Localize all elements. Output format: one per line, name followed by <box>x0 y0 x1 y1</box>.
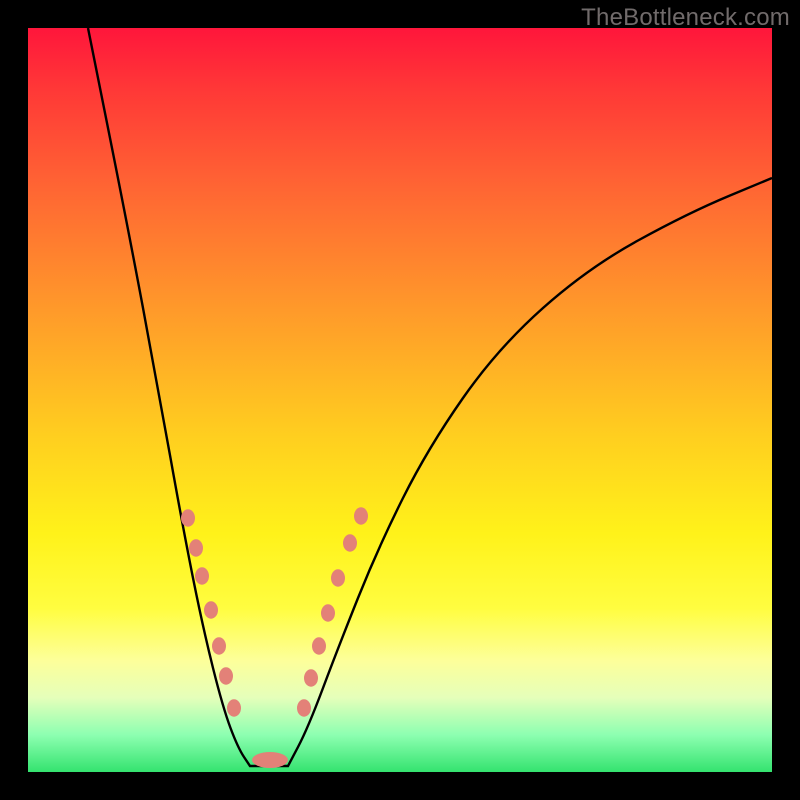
chart-plot-area <box>28 28 772 772</box>
marker-dot <box>312 637 326 655</box>
marker-dot <box>304 669 318 687</box>
chart-svg-layer <box>28 28 772 772</box>
marker-dot <box>343 534 357 552</box>
marker-dot <box>212 637 226 655</box>
marker-dot <box>321 604 335 622</box>
marker-dot <box>195 567 209 585</box>
marker-dot <box>331 569 345 587</box>
marker-dot <box>189 539 203 557</box>
marker-dot <box>204 601 218 619</box>
marker-dot <box>297 699 311 717</box>
curve-markers <box>181 507 368 768</box>
marker-dot <box>181 509 195 527</box>
marker-dot <box>219 667 233 685</box>
marker-valley-pill <box>252 752 288 768</box>
marker-dot <box>354 507 368 525</box>
bottleneck-curve <box>88 28 772 766</box>
marker-dot <box>227 699 241 717</box>
